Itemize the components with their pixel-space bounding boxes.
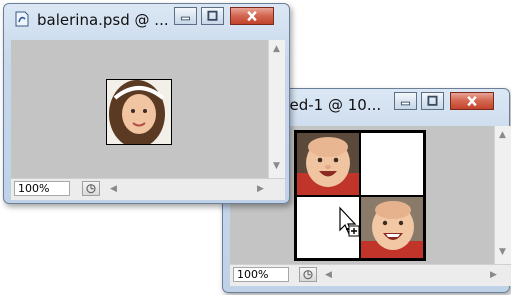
document-canvas[interactable] — [11, 40, 268, 178]
status-nav-button[interactable] — [299, 267, 317, 282]
scroll-left-arrow-icon[interactable]: ◀ — [325, 270, 332, 280]
maximize-icon — [207, 10, 218, 21]
maximize-icon — [427, 95, 438, 106]
photo-cell-top-left — [297, 133, 359, 195]
document-window-balerina[interactable]: balerina.psd @ ... ▲ ▼ 100% ◀ ▶ — [3, 3, 290, 204]
minimize-icon — [180, 16, 191, 21]
status-bar: 100% ◀ ▶ — [11, 178, 285, 200]
photoshop-document-icon — [15, 11, 29, 27]
close-icon — [247, 10, 257, 22]
baby-photo — [297, 133, 359, 195]
zoom-field[interactable]: 100% — [233, 267, 289, 282]
status-bar: 100% ◀ ▶ — [230, 264, 511, 286]
vertical-scrollbar[interactable]: ▲ ▼ — [268, 40, 285, 178]
arrow-cursor-icon — [339, 206, 360, 237]
navigator-icon — [303, 270, 313, 280]
maximize-button[interactable] — [201, 7, 224, 25]
status-nav-button[interactable] — [82, 181, 100, 196]
girl-photo — [107, 80, 171, 144]
minimize-button[interactable] — [174, 7, 197, 25]
photo-cell-bottom-right — [361, 197, 423, 258]
scroll-right-arrow-icon[interactable]: ▶ — [490, 270, 497, 280]
maximize-button[interactable] — [421, 92, 444, 110]
scroll-down-arrow-icon[interactable]: ▼ — [499, 247, 506, 257]
close-button[interactable] — [450, 92, 494, 110]
scroll-right-arrow-icon[interactable]: ▶ — [257, 184, 264, 194]
window-title: ded-1 @ 10... — [280, 96, 382, 114]
window-title: balerina.psd @ ... — [37, 11, 169, 29]
title-bar[interactable]: balerina.psd @ ... — [4, 4, 289, 34]
close-button[interactable] — [230, 7, 274, 25]
close-icon — [467, 95, 477, 107]
zoom-field[interactable]: 100% — [14, 181, 70, 196]
scroll-up-arrow-icon[interactable]: ▲ — [499, 130, 506, 140]
vertical-scrollbar[interactable]: ▲ ▼ — [494, 126, 511, 264]
canvas-image — [106, 79, 172, 145]
minimize-button[interactable] — [394, 92, 417, 110]
photo-frame — [107, 80, 171, 144]
baby-photo — [361, 197, 423, 258]
navigator-icon — [86, 184, 96, 194]
scroll-down-arrow-icon[interactable]: ▼ — [273, 161, 280, 171]
scroll-up-arrow-icon[interactable]: ▲ — [273, 44, 280, 54]
empty-cell-top-right — [361, 133, 423, 195]
minimize-icon — [400, 101, 411, 106]
scroll-left-arrow-icon[interactable]: ◀ — [110, 184, 117, 194]
